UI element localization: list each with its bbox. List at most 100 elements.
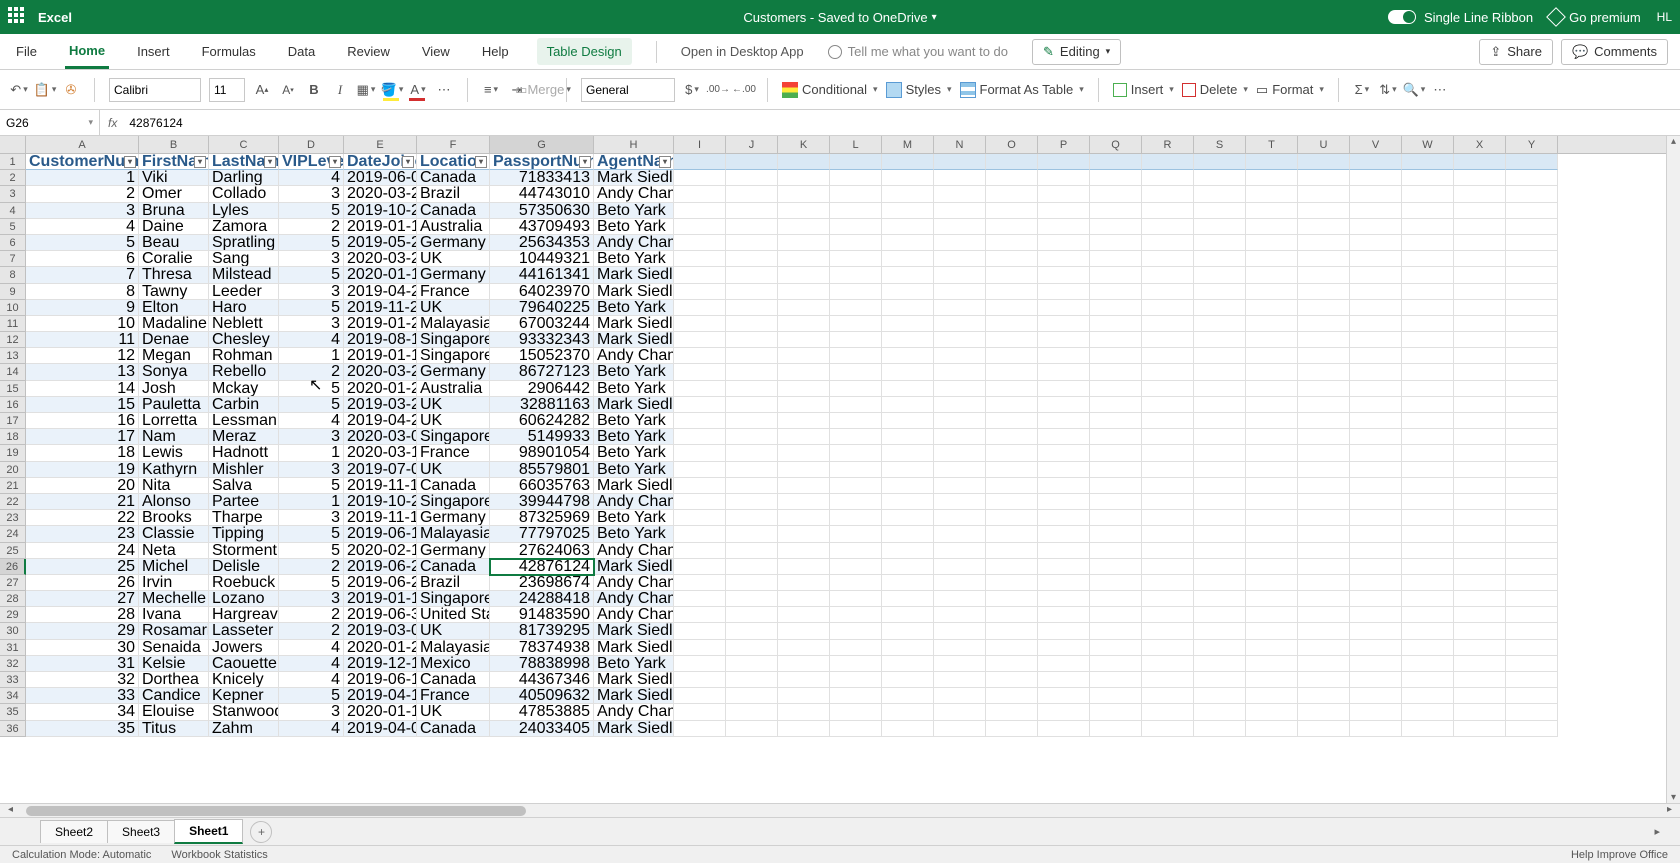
cell[interactable] [674, 267, 726, 283]
cell[interactable] [882, 721, 934, 737]
cell[interactable]: Lessman [209, 413, 279, 429]
cell[interactable] [1246, 154, 1298, 170]
cell[interactable]: Beto Yark [594, 203, 674, 219]
cell[interactable] [1194, 429, 1246, 445]
cell[interactable]: Meraz [209, 429, 279, 445]
cell[interactable]: Mark Siedling [594, 688, 674, 704]
cell[interactable] [1142, 445, 1194, 461]
cell[interactable]: 5 [279, 543, 344, 559]
cell[interactable] [1506, 575, 1558, 591]
row-header[interactable]: 26 [0, 559, 26, 575]
cell[interactable] [986, 203, 1038, 219]
cell[interactable] [1506, 364, 1558, 380]
autosum-button[interactable]: Σ▾ [1353, 81, 1371, 99]
cell[interactable]: Canada [417, 203, 490, 219]
go-premium-button[interactable]: Go premium [1549, 10, 1641, 25]
cell[interactable] [1506, 316, 1558, 332]
row-header[interactable]: 16 [0, 397, 26, 413]
decrease-font-button[interactable]: A▾ [279, 81, 297, 99]
cell[interactable] [1038, 316, 1090, 332]
cell[interactable] [1038, 235, 1090, 251]
cell[interactable] [1506, 656, 1558, 672]
cell[interactable] [882, 591, 934, 607]
cell[interactable]: 14 [26, 381, 139, 397]
cell[interactable]: Beto Yark [594, 445, 674, 461]
cell[interactable] [986, 348, 1038, 364]
cell[interactable] [1142, 284, 1194, 300]
cell[interactable] [1402, 332, 1454, 348]
cell[interactable]: 5 [279, 381, 344, 397]
cell[interactable] [1038, 251, 1090, 267]
cell[interactable] [830, 251, 882, 267]
cell[interactable] [1246, 316, 1298, 332]
cell[interactable] [674, 397, 726, 413]
cell[interactable] [1246, 332, 1298, 348]
cell[interactable]: Caouette [209, 656, 279, 672]
cell[interactable] [1246, 381, 1298, 397]
cell[interactable] [1090, 170, 1142, 186]
cell[interactable]: 44743010 [490, 186, 594, 202]
cell[interactable] [674, 575, 726, 591]
cell[interactable] [1298, 543, 1350, 559]
cell[interactable] [986, 623, 1038, 639]
cell[interactable] [1246, 203, 1298, 219]
cell[interactable]: 2019-04-05 [344, 721, 417, 737]
cell[interactable]: Mexico [417, 656, 490, 672]
cell[interactable]: 24033405 [490, 721, 594, 737]
cell[interactable]: 2020-03-26 [344, 186, 417, 202]
cell[interactable] [1402, 219, 1454, 235]
cell[interactable] [1350, 267, 1402, 283]
cell[interactable] [1454, 154, 1506, 170]
cell[interactable] [726, 462, 778, 478]
cell[interactable]: 1 [279, 494, 344, 510]
filter-icon[interactable]: ▾ [124, 156, 136, 168]
cell[interactable] [1194, 381, 1246, 397]
cell[interactable] [1454, 364, 1506, 380]
tab-help[interactable]: Help [478, 36, 513, 67]
cell[interactable]: Australia [417, 381, 490, 397]
cell[interactable] [934, 364, 986, 380]
cell[interactable]: 2019-03-21 [344, 397, 417, 413]
cell[interactable]: Beto Yark [594, 526, 674, 542]
cell[interactable] [778, 640, 830, 656]
cell[interactable] [674, 510, 726, 526]
cell[interactable] [986, 170, 1038, 186]
table-header-cell[interactable]: PassportNumber▾ [490, 154, 594, 170]
cell[interactable] [1454, 429, 1506, 445]
table-header-cell[interactable]: FirstName▾ [139, 154, 209, 170]
cell[interactable] [1298, 526, 1350, 542]
cell[interactable] [1038, 656, 1090, 672]
cell[interactable] [830, 332, 882, 348]
cell[interactable] [1038, 364, 1090, 380]
row-header[interactable]: 8 [0, 267, 26, 283]
sheet-tab-sheet1[interactable]: Sheet1 [174, 819, 243, 844]
cell[interactable] [1194, 478, 1246, 494]
cell[interactable] [1038, 672, 1090, 688]
cell[interactable] [1090, 462, 1142, 478]
row-header[interactable]: 35 [0, 704, 26, 720]
cell[interactable] [830, 219, 882, 235]
cell[interactable] [1038, 154, 1090, 170]
cell[interactable]: 2019-11-19 [344, 478, 417, 494]
cell[interactable] [1402, 688, 1454, 704]
cell[interactable]: 25 [26, 559, 139, 575]
cell[interactable]: Zahm [209, 721, 279, 737]
cell[interactable] [674, 704, 726, 720]
cell[interactable] [1402, 494, 1454, 510]
cell[interactable] [778, 397, 830, 413]
cell[interactable]: Singapore [417, 591, 490, 607]
increase-decimal-button[interactable]: .00→ [709, 81, 727, 99]
cell[interactable]: 2020-03-14 [344, 445, 417, 461]
cell[interactable]: 7 [26, 267, 139, 283]
cell[interactable]: 2020-03-28 [344, 364, 417, 380]
cell[interactable] [1298, 316, 1350, 332]
cell[interactable] [1402, 575, 1454, 591]
cell[interactable]: 2020-02-12 [344, 543, 417, 559]
cell[interactable] [1246, 267, 1298, 283]
cell[interactable]: Germany [417, 543, 490, 559]
cell[interactable] [1402, 154, 1454, 170]
cell[interactable] [726, 332, 778, 348]
cell[interactable] [1454, 445, 1506, 461]
cell[interactable]: Mark Siedling [594, 721, 674, 737]
cell[interactable] [1142, 219, 1194, 235]
